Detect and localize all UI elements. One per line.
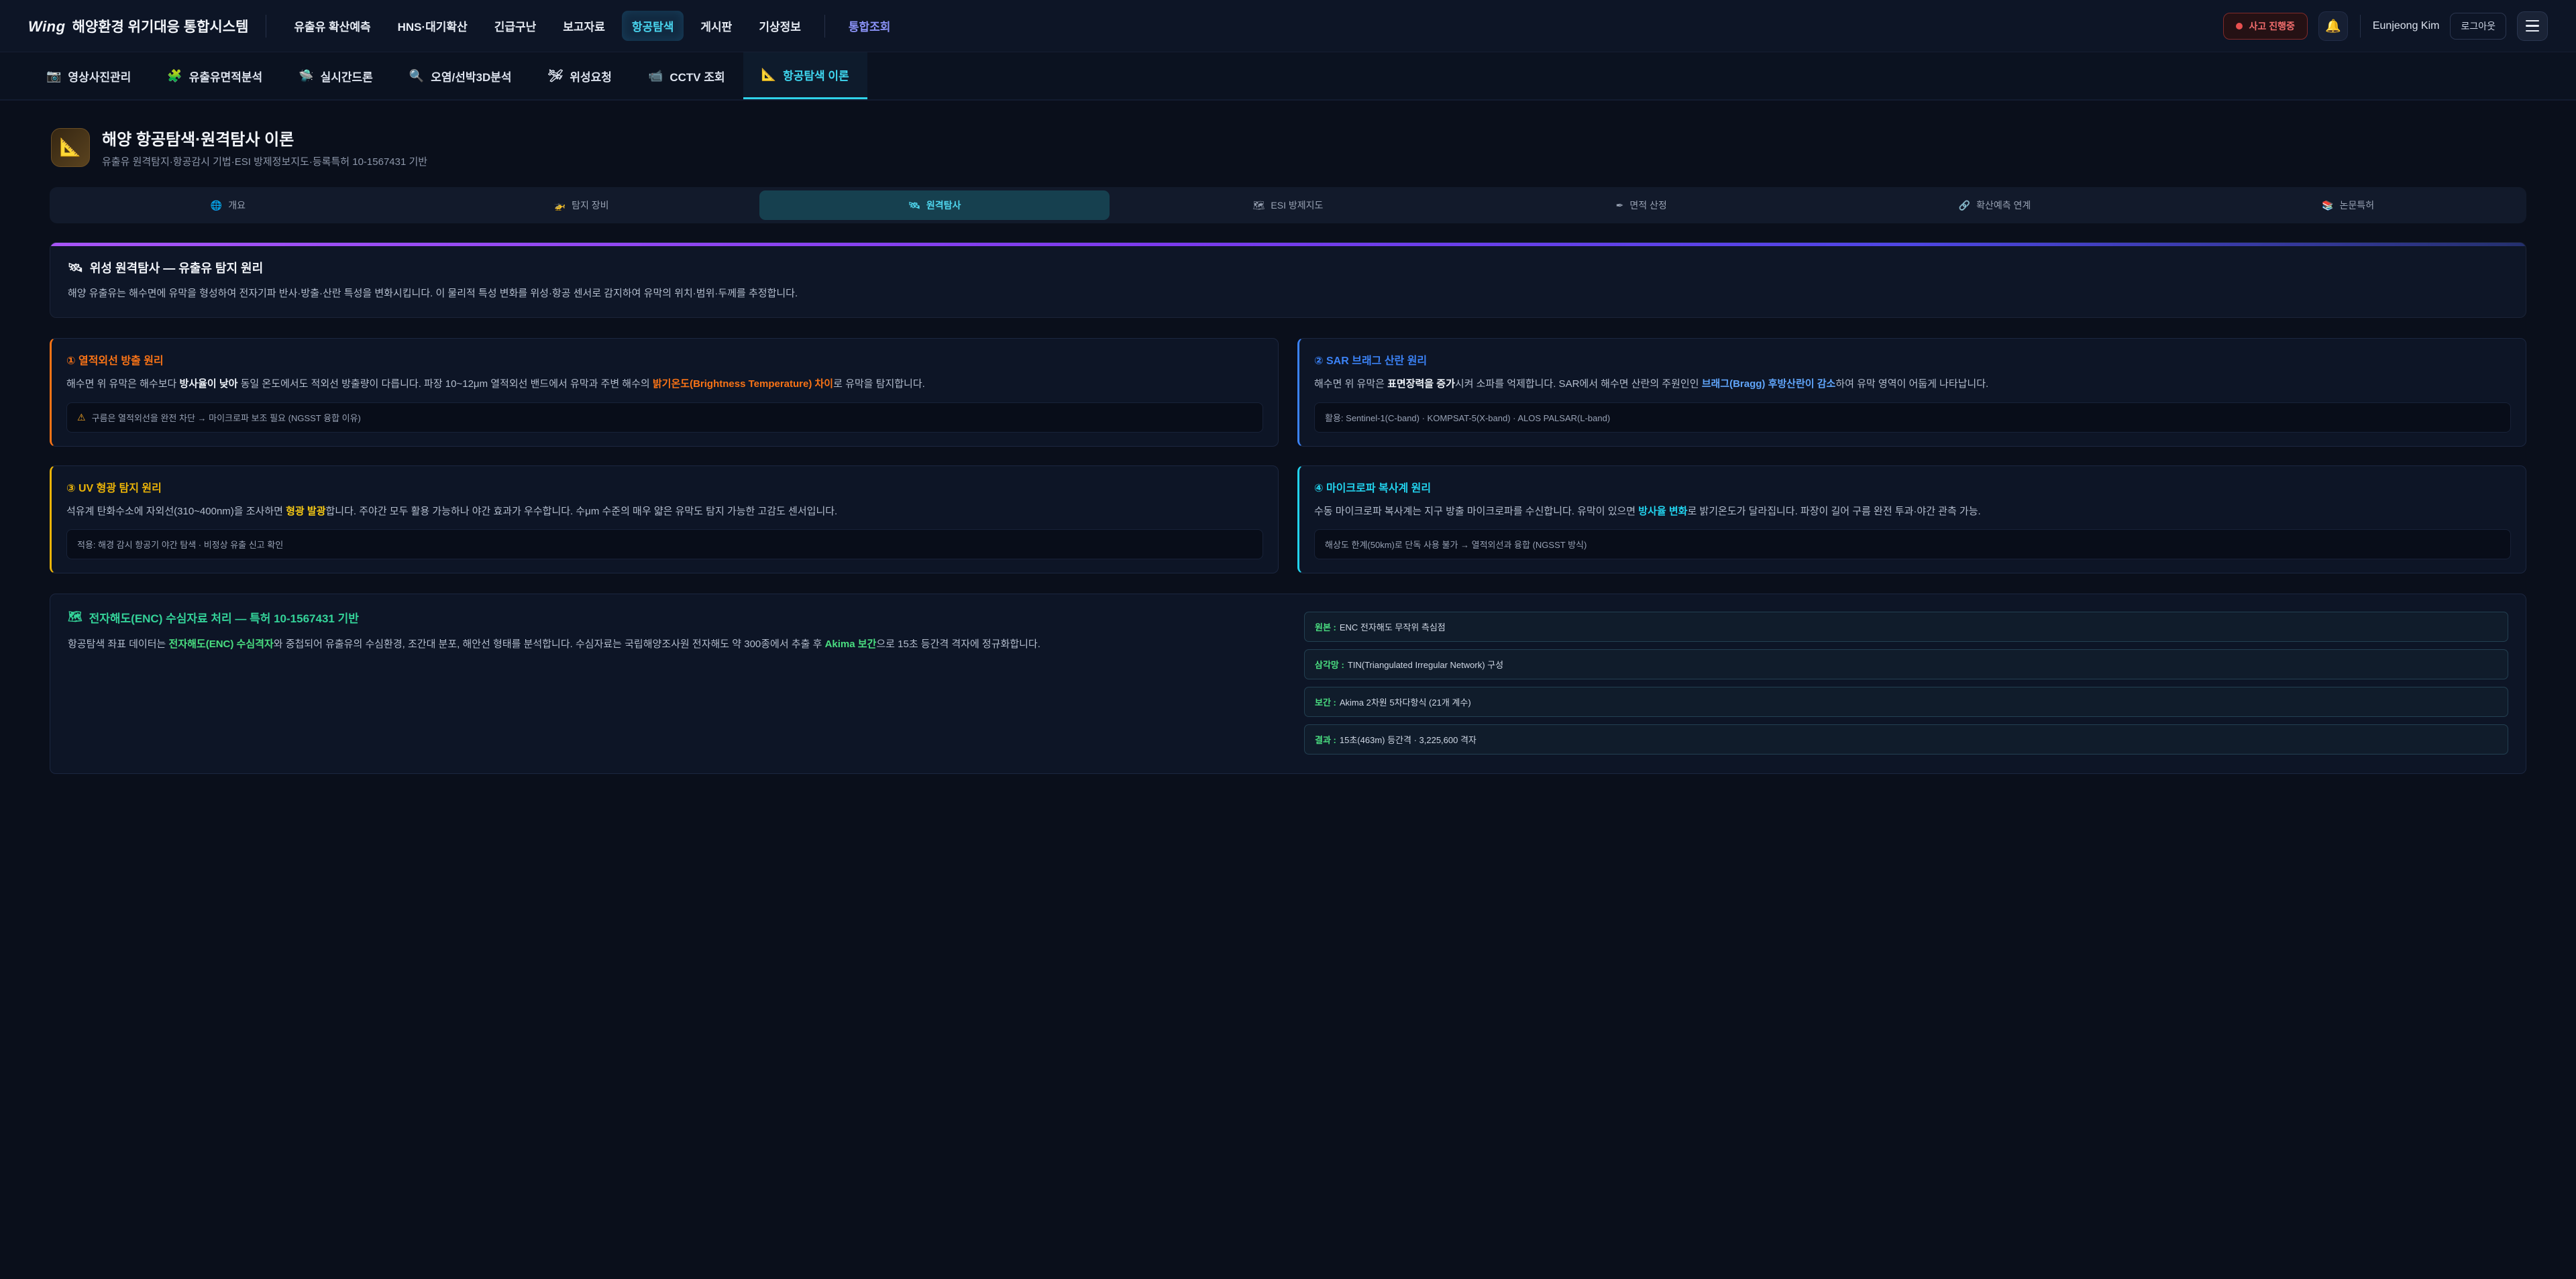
warning-icon: ⚠ <box>77 412 86 423</box>
helicopter-icon: 🚁 <box>554 200 566 211</box>
section-description: 해양 유출유는 해수면에 유막을 형성하여 전자기파 반사·방출·산란 특성을 … <box>68 286 2508 301</box>
card-microwave-radiometer: ④ 마이크로파 복사계 원리 수동 마이크로파 복사계는 지구 방출 마이크로파… <box>1297 465 2526 573</box>
nav-item-integrated-search[interactable]: 통합조회 <box>839 11 901 41</box>
card-body: 해수면 위 유막은 해수보다 방사율이 낮아 동일 온도에서도 적외선 방출량이… <box>66 376 1263 392</box>
magnifier-icon: 🔍 <box>409 69 424 83</box>
subnav-item-oil-area-analysis[interactable]: 🧩 유출유면적분석 <box>149 52 280 99</box>
globe-icon: 🌐 <box>211 200 222 211</box>
pen-nib-icon: ✒ <box>1616 200 1624 211</box>
incident-status-badge[interactable]: 사고 진행중 <box>2223 13 2308 40</box>
puzzle-icon: 🧩 <box>167 69 182 83</box>
page-subtitle: 유출유 원격탐지·항공감시 기법·ESI 방제정보지도·등록특허 10-1567… <box>102 154 427 168</box>
drone-icon: 🛸 <box>299 69 313 83</box>
brand-logo: Wing 해양환경 위기대응 통합시스템 <box>28 16 248 36</box>
nav-item-hns-atmosphere[interactable]: HNS·대기확산 <box>388 11 478 41</box>
card-body: 석유계 탄화수소에 자외선(310~400nm)을 조사하면 형광 발광합니다.… <box>66 504 1263 519</box>
airplane-icon: 🛩 <box>548 69 564 83</box>
main-nav: 유출유 확산예측 HNS·대기확산 긴급구난 보고자료 항공탐색 게시판 기상정… <box>284 11 900 41</box>
page-header: 📐 해양 항공탐색·원격탐사 이론 유출유 원격탐지·항공감시 기법·ESI 방… <box>51 126 2526 168</box>
main-content: 📐 해양 항공탐색·원격탐사 이론 유출유 원격탐지·항공감시 기법·ESI 방… <box>0 101 2576 774</box>
card-title: ③ UV 형광 탐지 원리 <box>66 479 1263 495</box>
enc-row-tin: 삼각망 :TIN(Triangulated Irregular Network)… <box>1304 649 2508 679</box>
subnav-item-pollution-ship-3d[interactable]: 🔍 오염/선박3D분석 <box>391 52 530 99</box>
books-icon: 📚 <box>2322 200 2333 211</box>
nav-item-reports[interactable]: 보고자료 <box>553 11 615 41</box>
subnav-item-aerial-search-theory[interactable]: 📐 항공탐색 이론 <box>743 52 867 99</box>
notification-bell-button[interactable]: 🔔 <box>2318 11 2348 41</box>
section-tabs: 🌐 개요 🚁 탐지 장비 🛰 원격탐사 🗺 ESI 방제지도 ✒ 면적 산정 🔗… <box>50 187 2526 223</box>
tab-remote-sensing[interactable]: 🛰 원격탐사 <box>759 190 1110 220</box>
enc-row-source: 원본 :ENC 전자해도 무작위 측심점 <box>1304 612 2508 642</box>
page-title: 해양 항공탐색·원격탐사 이론 <box>102 126 427 150</box>
tab-overview[interactable]: 🌐 개요 <box>53 190 403 220</box>
card-note: ⚠ 구름은 열적외선을 완전 차단 → 마이크로파 보조 필요 (NGSST 융… <box>66 402 1263 433</box>
nav-item-weather[interactable]: 기상정보 <box>749 11 811 41</box>
brand-wing-mark: Wing <box>28 18 66 36</box>
card-body: 수동 마이크로파 복사계는 지구 방출 마이크로파를 수신합니다. 유막이 있으… <box>1314 504 2511 519</box>
map-icon: 🗺 <box>68 610 83 624</box>
principle-cards-grid: ① 열적외선 방출 원리 해수면 위 유막은 해수보다 방사율이 낮아 동일 온… <box>50 338 2526 573</box>
card-thermal-infrared: ① 열적외선 방출 원리 해수면 위 유막은 해수보다 방사율이 낮아 동일 온… <box>50 338 1279 446</box>
card-sar-bragg: ② SAR 브래그 산란 원리 해수면 위 유막은 표면장력을 증가시켜 소파를… <box>1297 338 2526 446</box>
header-right-cluster: 사고 진행중 🔔 Eunjeong Kim 로그아웃 <box>2223 11 2548 41</box>
card-title: ① 열적외선 방출 원리 <box>66 351 1263 368</box>
card-uv-fluorescence: ③ UV 형광 탐지 원리 석유계 탄화수소에 자외선(310~400nm)을 … <box>50 465 1279 573</box>
subnav-item-realtime-drone[interactable]: 🛸 실시간드론 <box>280 52 391 99</box>
nav-item-oil-spill-forecast[interactable]: 유출유 확산예측 <box>284 11 380 41</box>
logout-button[interactable]: 로그아웃 <box>2450 13 2506 40</box>
video-camera-icon: 📹 <box>648 69 663 83</box>
triangle-ruler-icon: 📐 <box>761 68 776 82</box>
tab-papers-patents[interactable]: 📚 논문특허 <box>2173 190 2523 220</box>
sub-nav: 📷 영상사진관리 🧩 유출유면적분석 🛸 실시간드론 🔍 오염/선박3D분석 🛩… <box>0 52 2576 101</box>
card-note: 해상도 한계(50km)로 단독 사용 불가 → 열적외선과 융합 (NGSST… <box>1314 529 2511 559</box>
nav-item-aerial-search[interactable]: 항공탐색 <box>622 11 684 41</box>
incident-dot-icon <box>2236 23 2243 30</box>
tab-forecast-link[interactable]: 🔗 확산예측 연계 <box>1820 190 2170 220</box>
card-title: ② SAR 브래그 산란 원리 <box>1314 351 2511 368</box>
enc-process-rows: 원본 :ENC 전자해도 무작위 측심점 삼각망 :TIN(Triangulat… <box>1304 612 2508 755</box>
triangle-ruler-icon: 📐 <box>60 137 81 158</box>
map-icon: 🗺 <box>1253 200 1265 211</box>
section-title: 🛰 위성 원격탐사 — 유출유 탐지 원리 <box>68 259 2508 276</box>
enc-description: 항공탐색 좌표 데이터는 전자해도(ENC) 수심격자와 중첩되어 유출유의 수… <box>68 636 1272 653</box>
enc-row-interpolation: 보간 :Akima 2차원 5차다항식 (21개 계수) <box>1304 687 2508 717</box>
bell-icon: 🔔 <box>2325 18 2341 34</box>
satellite-icon: 🛰 <box>908 200 920 211</box>
nav-divider <box>824 15 825 38</box>
link-icon: 🔗 <box>1959 200 1970 211</box>
remote-sensing-principle-section: 🛰 위성 원격탐사 — 유출유 탐지 원리 해양 유출유는 해수면에 유막을 형… <box>50 242 2526 318</box>
enc-section-title: 🗺 전자해도(ENC) 수심자료 처리 — 특허 10-1567431 기반 <box>68 609 1272 626</box>
card-body: 해수면 위 유막은 표면장력을 증가시켜 소파를 억제합니다. SAR에서 해수… <box>1314 376 2511 392</box>
hamburger-menu-button[interactable] <box>2517 11 2548 41</box>
subnav-item-cctv[interactable]: 📹 CCTV 조회 <box>630 52 743 99</box>
incident-label: 사고 진행중 <box>2249 19 2295 33</box>
enc-left-column: 🗺 전자해도(ENC) 수심자료 처리 — 특허 10-1567431 기반 항… <box>68 609 1272 653</box>
tab-detection-equipment[interactable]: 🚁 탐지 장비 <box>407 190 757 220</box>
page-icon-box: 📐 <box>51 128 90 167</box>
header-right-divider <box>2360 15 2361 38</box>
enc-row-result: 결과 :15초(463m) 등간격 · 3,225,600 격자 <box>1304 724 2508 755</box>
tab-esi-map[interactable]: 🗺 ESI 방제지도 <box>1113 190 1463 220</box>
user-name: Eunjeong Kim <box>2373 20 2440 32</box>
card-note: 활용: Sentinel-1(C-band) · KOMPSAT-5(X-ban… <box>1314 402 2511 433</box>
subnav-item-image-photo-management[interactable]: 📷 영상사진관리 <box>28 52 149 99</box>
satellite-icon: 🛰 <box>68 261 83 275</box>
nav-item-board[interactable]: 게시판 <box>690 11 742 41</box>
camera-icon: 📷 <box>46 69 61 83</box>
subnav-item-satellite-request[interactable]: 🛩 위성요청 <box>530 52 630 99</box>
top-header: Wing 해양환경 위기대응 통합시스템 유출유 확산예측 HNS·대기확산 긴… <box>0 0 2576 52</box>
card-title: ④ 마이크로파 복사계 원리 <box>1314 479 2511 495</box>
brand-title: 해양환경 위기대응 통합시스템 <box>72 16 249 36</box>
menu-icon <box>2526 20 2539 22</box>
tab-area-calculation[interactable]: ✒ 면적 산정 <box>1466 190 1817 220</box>
enc-depth-data-section: 🗺 전자해도(ENC) 수심자료 처리 — 특허 10-1567431 기반 항… <box>50 594 2526 774</box>
card-note: 적용: 해경 감시 항공기 야간 탐색 · 비정상 유출 신고 확인 <box>66 529 1263 559</box>
nav-item-emergency-rescue[interactable]: 긴급구난 <box>484 11 547 41</box>
